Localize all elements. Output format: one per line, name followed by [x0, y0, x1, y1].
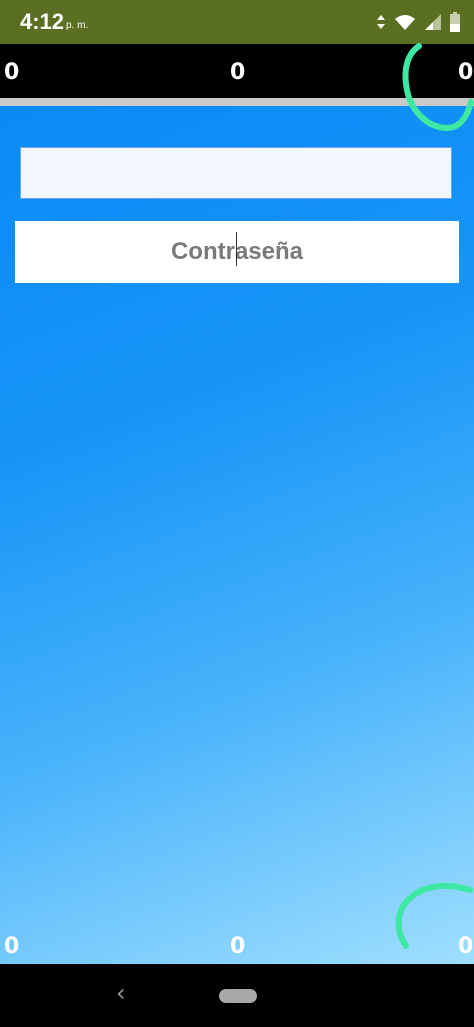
username-input[interactable] — [20, 147, 452, 199]
top-score-center: 0 — [230, 60, 246, 85]
bottom-score-left: 0 — [4, 934, 20, 959]
data-transfer-icon — [377, 15, 385, 29]
status-time: 4:12 — [20, 9, 65, 34]
password-input[interactable] — [15, 221, 459, 283]
home-pill-button[interactable] — [219, 989, 257, 1003]
bottom-score-right: 0 — [458, 934, 474, 959]
navigation-bar: ‹ — [0, 964, 474, 1027]
app-screen: 4:12 p. m. 0 0 0 0 0 0 ‹ — [0, 0, 474, 1027]
top-right-arc — [402, 43, 474, 132]
top-score-left: 0 — [4, 60, 20, 85]
wifi-icon — [395, 15, 415, 30]
back-button[interactable]: ‹ — [116, 978, 126, 1008]
bottom-score-center: 0 — [230, 934, 246, 959]
status-ampm: p. m. — [66, 20, 89, 31]
signal-icon — [425, 14, 441, 30]
battery-icon — [450, 12, 460, 32]
text-cursor — [236, 232, 237, 266]
status-bar: 4:12 p. m. — [0, 0, 474, 44]
status-icons — [376, 10, 460, 34]
